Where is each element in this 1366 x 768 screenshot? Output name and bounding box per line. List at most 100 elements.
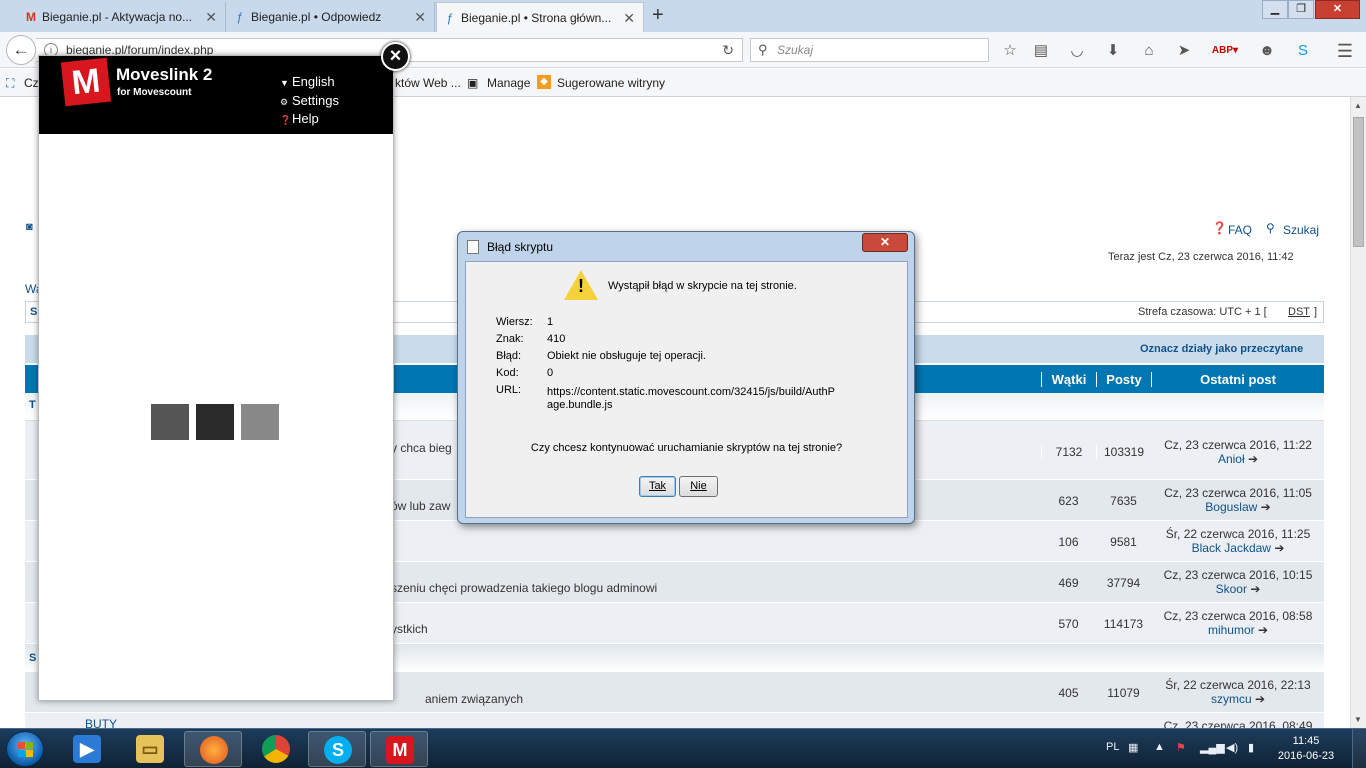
help-menu[interactable]: ❓Help [280,111,319,126]
reload-icon[interactable]: ↻ [722,39,734,61]
download-icon[interactable]: ⬇ [1102,40,1124,62]
home-icon[interactable]: ◙ [26,221,33,233]
skype-icon: S [324,736,352,764]
search-input[interactable]: ⚲ Szukaj [750,38,989,62]
volume-icon[interactable]: ◀) [1226,741,1238,754]
category-fragment: T [29,399,36,411]
yes-button[interactable]: Tak [639,476,676,497]
tab-strona-glowna[interactable]: ƒ Bieganie.pl • Strona główn... ✕ [436,2,644,32]
script-error-dialog: Błąd skryptu ✕ ! Wystąpił błąd w skrypci… [457,231,915,524]
show-desktop-button[interactable] [1352,729,1366,768]
pocket-icon[interactable]: ◡ [1066,40,1088,62]
topics-count: 7132 [1041,445,1096,459]
header-posts: Posty [1096,372,1151,387]
bookmark-suggested[interactable]: Sugerowane witryny [557,76,665,90]
tab-gmail[interactable]: M Bieganie.pl - Aktywacja no... ✕ [18,2,226,32]
forum-title-buty[interactable]: BUTY [85,717,117,728]
posts-count: 9581 [1110,535,1137,549]
last-post-user[interactable]: Black Jackdaw [1192,541,1271,555]
tab-title: Bieganie.pl • Strona główn... [461,10,612,25]
start-button[interactable] [6,731,44,767]
scroll-down-icon[interactable]: ▼ [1354,715,1362,724]
settings-label: Settings [292,93,339,108]
close-tab-icon[interactable]: ✕ [205,9,217,26]
language-indicator[interactable]: PL [1106,741,1119,753]
forum-row[interactable]: BUTY Cz, 23 czerwca 2016, 08:49 [25,713,1324,728]
goto-post-icon[interactable]: ➔ [1258,623,1268,637]
page-scrollbar[interactable]: ▲ ▼ [1350,97,1366,728]
goto-post-icon[interactable]: ➔ [1255,692,1265,706]
tab-title: Bieganie.pl • Odpowiedz [251,10,382,24]
no-button[interactable]: Nie [679,476,718,497]
back-button[interactable]: ← [6,35,36,65]
taskbar-chrome[interactable] [247,731,305,767]
close-icon[interactable]: × [381,42,410,71]
dialog-close-button[interactable]: ✕ [862,233,908,252]
last-post-user[interactable]: Boguslaw [1205,500,1257,514]
close-window-button[interactable]: ✕ [1315,0,1360,19]
bookmark-icon: ⛶ [6,76,15,90]
goto-post-icon[interactable]: ➔ [1248,452,1258,466]
settings-menu[interactable]: ⚙ Settings [280,93,339,108]
goto-post-icon[interactable]: ➔ [1250,582,1260,596]
moveslink-subtitle: for Movescount [117,87,192,98]
mark-read-link[interactable]: Oznacz działy jako przeczytane [1140,343,1303,355]
home-icon[interactable]: ⌂ [1138,40,1160,62]
topics-count: 570 [1058,617,1079,631]
goto-post-icon[interactable]: ➔ [1261,500,1271,514]
action-center-icon[interactable]: ⚑ [1176,741,1186,754]
clock[interactable]: 11:45 2016-06-23 [1276,734,1336,764]
reading-list-icon[interactable]: ▤ [1030,40,1052,62]
new-tab-button[interactable]: + [652,4,664,27]
menu-icon[interactable]: ☰ [1334,40,1356,62]
posts-count: 114173 [1103,617,1144,631]
help-icon: ❓ [280,115,292,125]
language-menu[interactable]: ▼ English [280,74,335,89]
last-post: Śr, 22 czerwca 2016, 22:13 szymcu ➔ [1152,678,1324,706]
skype-icon[interactable]: S [1292,40,1314,62]
bookmark-star-icon[interactable]: ☆ [999,40,1021,62]
gear-icon: ⚙ [280,97,289,107]
search-link[interactable]: Szukaj [1283,223,1319,237]
taskbar-skype[interactable]: S [308,731,366,767]
show-hidden-icons-icon[interactable]: ▲ [1154,741,1165,753]
bookmark-web[interactable]: któw Web ... [395,76,461,90]
scroll-up-icon[interactable]: ▲ [1354,101,1362,110]
last-post-user[interactable]: mihumor [1208,623,1255,637]
moveslink-panel: M Moveslink 2 for Movescount ▼ English ⚙ S… [38,55,394,701]
tab-odpowiedz[interactable]: ƒ Bieganie.pl • Odpowiedz ✕ [227,2,435,32]
bookmark-manage[interactable]: Manage [487,76,530,90]
taskbar-moveslink[interactable]: M [370,731,428,767]
category-fragment: S [29,652,37,664]
bookmark-cz[interactable]: Cz [24,76,39,90]
last-post-date: Cz, 23 czerwca 2016, 11:05 [1164,486,1312,500]
tab-title: Bieganie.pl - Aktywacja no... [42,10,193,24]
chat-icon[interactable]: ☻ [1256,40,1278,62]
media-player-icon: ▶ [73,735,101,763]
adblock-icon[interactable]: ABP▾ [1210,40,1240,62]
dialog-title: Błąd skryptu [487,240,554,254]
last-post-user[interactable]: szymcu [1211,692,1252,706]
last-post-date: Cz, 23 czerwca 2016, 08:58 [1163,609,1313,623]
goto-post-icon[interactable]: ➔ [1274,541,1284,555]
clock-time: 11:45 [1292,735,1320,747]
forum-icon: ƒ [236,10,244,24]
keyboard-icon[interactable]: ▦ [1128,741,1138,754]
taskbar-media-player[interactable]: ▶ [58,731,116,767]
taskbar-firefox[interactable] [184,731,242,767]
close-tab-icon[interactable]: ✕ [414,9,426,26]
dialog-body: ! Wystąpił błąd w skrypcie na tej stroni… [465,261,908,518]
last-post-user[interactable]: Skoor [1216,582,1247,596]
send-icon[interactable]: ➤ [1173,40,1195,62]
faq-link[interactable]: FAQ [1228,223,1252,237]
instagram-icon: ▣ [467,76,479,90]
minimize-window-button[interactable]: ▁ [1262,0,1288,19]
taskbar-explorer[interactable]: ▭ [121,731,179,767]
network-icon[interactable]: ▂▄▆ [1200,741,1225,754]
restore-window-button[interactable]: ❐ [1288,0,1314,19]
scrollbar-thumb[interactable] [1353,117,1364,247]
close-tab-icon[interactable]: ✕ [623,10,635,27]
last-post-date: Cz, 23 czerwca 2016, 08:49 [1163,719,1313,728]
last-post-user[interactable]: Anioł [1218,452,1245,466]
battery-icon[interactable]: ▮ [1248,741,1254,754]
